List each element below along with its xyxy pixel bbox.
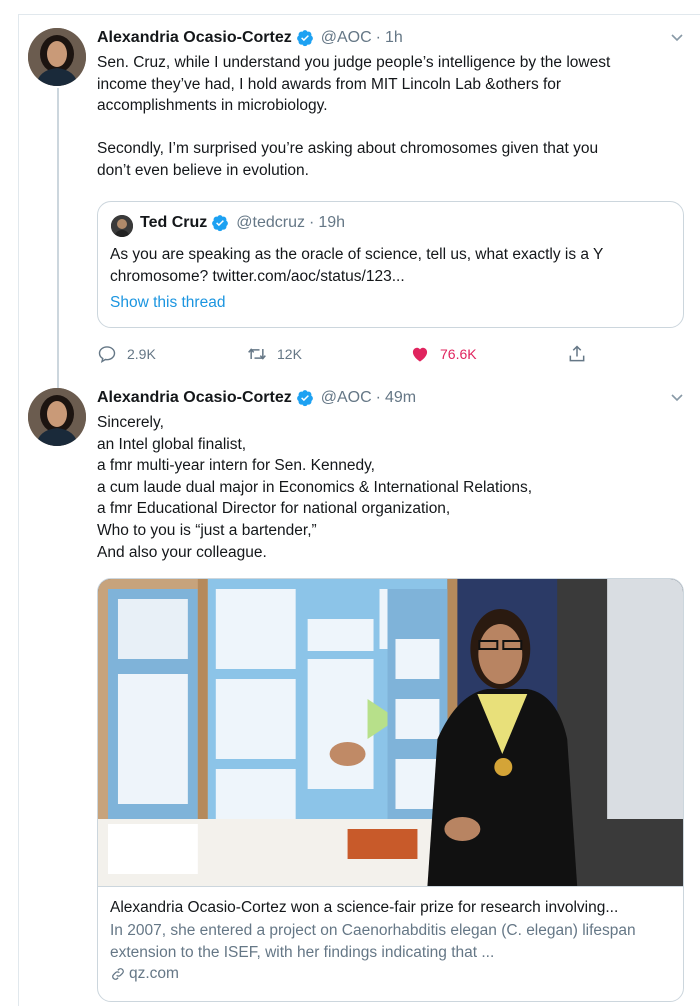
link-icon bbox=[112, 968, 124, 980]
separator-dot: · bbox=[308, 214, 315, 231]
tweet-text: Sincerely, an Intel global finalist, a f… bbox=[97, 414, 533, 561]
tweet-text: Sen. Cruz, while I understand you judge … bbox=[97, 54, 611, 179]
retweet-icon bbox=[248, 348, 266, 360]
verified-badge-icon bbox=[212, 215, 229, 232]
reply-count: 2.9K bbox=[127, 346, 156, 362]
reply-icon bbox=[98, 346, 116, 363]
card-domain[interactable]: qz.com bbox=[110, 965, 671, 983]
card-description: In 2007, she entered a project on Caenor… bbox=[110, 922, 636, 961]
tweet-actions: 2.9K 12K 76.6K bbox=[97, 344, 597, 368]
quoted-tweet[interactable]: Ted Cruz @tedcruz · 19h As you are speak… bbox=[97, 201, 684, 328]
verified-badge-icon bbox=[296, 30, 313, 47]
avatar[interactable] bbox=[28, 28, 86, 86]
quoted-avatar bbox=[111, 215, 133, 237]
timeline-border-left bbox=[18, 14, 19, 1006]
card-domain-text: qz.com bbox=[129, 965, 179, 982]
reply-button[interactable]: 2.9K bbox=[97, 344, 156, 364]
link-card[interactable]: Alexandria Ocasio-Cortez won a science-f… bbox=[97, 578, 684, 1002]
like-button[interactable]: 76.6K bbox=[410, 344, 477, 364]
retweet-button[interactable]: 12K bbox=[247, 344, 302, 364]
thread-connector-line bbox=[57, 88, 59, 388]
quoted-tweet-text: As you are speaking as the oracle of sci… bbox=[110, 246, 604, 285]
quoted-author-handle: @tedcruz bbox=[236, 214, 305, 231]
chevron-down-icon[interactable] bbox=[670, 30, 684, 44]
timestamp[interactable]: 1h bbox=[385, 29, 403, 47]
author-name[interactable]: Alexandria Ocasio-Cortez bbox=[97, 29, 292, 47]
card-meta: Alexandria Ocasio-Cortez won a science-f… bbox=[98, 886, 683, 1001]
author-handle[interactable]: @AOC bbox=[321, 29, 372, 47]
quoted-timestamp: 19h bbox=[318, 214, 346, 231]
timestamp[interactable]: 49m bbox=[385, 389, 416, 407]
card-image bbox=[98, 579, 683, 886]
separator-dot: · bbox=[375, 389, 381, 406]
chevron-down-icon[interactable] bbox=[670, 390, 684, 404]
heart-icon bbox=[412, 347, 428, 362]
author-handle[interactable]: @AOC bbox=[321, 389, 372, 407]
like-count: 76.6K bbox=[440, 346, 477, 362]
share-icon bbox=[569, 345, 585, 362]
card-title[interactable]: Alexandria Ocasio-Cortez won a science-f… bbox=[110, 897, 671, 918]
author-name[interactable]: Alexandria Ocasio-Cortez bbox=[97, 389, 292, 407]
verified-badge-icon bbox=[296, 390, 313, 407]
share-button[interactable] bbox=[567, 344, 597, 364]
retweet-count: 12K bbox=[277, 346, 302, 362]
avatar[interactable] bbox=[28, 388, 86, 446]
show-thread-link[interactable]: Show this thread bbox=[110, 294, 225, 312]
separator-dot: · bbox=[375, 29, 381, 46]
quoted-author-name: Ted Cruz bbox=[140, 214, 208, 231]
timeline-border-top bbox=[18, 14, 700, 15]
